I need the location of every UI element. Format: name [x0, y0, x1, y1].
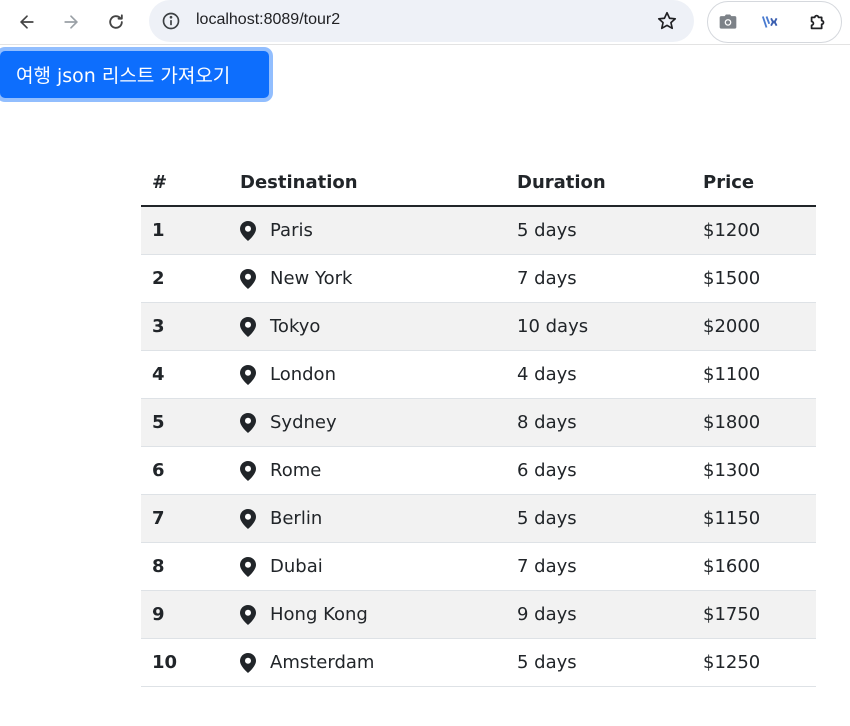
- destination-cell: Tokyo: [229, 302, 506, 351]
- table-body: 1 Paris 5 days $1200 2 New York 7 days $1500 3 To…: [141, 206, 816, 687]
- table-row: 2 New York 7 days $1500: [141, 254, 816, 303]
- price-cell: $1300: [692, 446, 816, 495]
- row-number: 7: [141, 494, 229, 543]
- destination-cell: Sydney: [229, 398, 506, 447]
- destination-cell: Rome: [229, 446, 506, 495]
- browser-toolbar: localhost:8089/tour2: [0, 0, 850, 45]
- price-cell: $2000: [692, 302, 816, 351]
- header-destination: Destination: [229, 159, 506, 207]
- map-pin-icon: [240, 316, 256, 337]
- row-number: 9: [141, 590, 229, 639]
- duration-cell: 10 days: [506, 302, 692, 351]
- map-pin-icon: [240, 508, 256, 529]
- bookmark-star-icon[interactable]: [656, 10, 678, 32]
- map-pin-icon: [240, 412, 256, 433]
- row-number: 3: [141, 302, 229, 351]
- duration-cell: 5 days: [506, 206, 692, 255]
- vue-devtools-icon[interactable]: [761, 11, 783, 33]
- extensions-puzzle-icon[interactable]: [807, 11, 829, 33]
- price-cell: $1800: [692, 398, 816, 447]
- site-info-icon[interactable]: [161, 11, 181, 31]
- destination-name: London: [270, 364, 336, 385]
- url-text[interactable]: localhost:8089/tour2: [196, 11, 340, 29]
- reload-button[interactable]: [101, 7, 131, 37]
- arrow-left-icon: [20, 15, 34, 29]
- destination-cell: London: [229, 350, 506, 399]
- reload-icon: [109, 14, 123, 29]
- map-pin-icon: [240, 268, 256, 289]
- header-price: Price: [692, 159, 816, 207]
- row-number: 5: [141, 398, 229, 447]
- map-pin-icon: [240, 652, 256, 673]
- table-row: 8 Dubai 7 days $1600: [141, 542, 816, 591]
- table-row: 5 Sydney 8 days $1800: [141, 398, 816, 447]
- address-bar[interactable]: localhost:8089/tour2: [149, 0, 694, 42]
- row-number: 4: [141, 350, 229, 399]
- header-duration: Duration: [506, 159, 692, 207]
- duration-cell: 9 days: [506, 590, 692, 639]
- table-row: 3 Tokyo 10 days $2000: [141, 302, 816, 351]
- table-row: 9 Hong Kong 9 days $1750: [141, 590, 816, 639]
- destination-name: New York: [270, 268, 353, 289]
- price-cell: $1750: [692, 590, 816, 639]
- destination-name: Hong Kong: [270, 604, 368, 625]
- destination-cell: Paris: [229, 206, 506, 255]
- destination-name: Tokyo: [270, 316, 321, 337]
- table-row: 7 Berlin 5 days $1150: [141, 494, 816, 543]
- destination-name: Dubai: [270, 556, 323, 577]
- destination-cell: Berlin: [229, 494, 506, 543]
- destination-name: Rome: [270, 460, 322, 481]
- camera-icon[interactable]: [717, 11, 739, 33]
- table-row: 1 Paris 5 days $1200: [141, 206, 816, 255]
- extensions-area: [707, 1, 842, 43]
- duration-cell: 7 days: [506, 254, 692, 303]
- duration-cell: 4 days: [506, 350, 692, 399]
- map-pin-icon: [240, 220, 256, 241]
- destination-name: Sydney: [270, 412, 337, 433]
- destination-cell: Hong Kong: [229, 590, 506, 639]
- price-cell: $1600: [692, 542, 816, 591]
- arrow-right-icon: [64, 15, 78, 29]
- row-number: 8: [141, 542, 229, 591]
- duration-cell: 7 days: [506, 542, 692, 591]
- back-button[interactable]: [12, 7, 42, 37]
- row-number: 6: [141, 446, 229, 495]
- map-pin-icon: [240, 364, 256, 385]
- duration-cell: 5 days: [506, 638, 692, 687]
- price-cell: $1250: [692, 638, 816, 687]
- destination-name: Berlin: [270, 508, 323, 529]
- destination-cell: Dubai: [229, 542, 506, 591]
- table-row: 4 London 4 days $1100: [141, 350, 816, 399]
- map-pin-icon: [240, 460, 256, 481]
- destination-cell: Amsterdam: [229, 638, 506, 687]
- price-cell: $1100: [692, 350, 816, 399]
- duration-cell: 6 days: [506, 446, 692, 495]
- price-cell: $1150: [692, 494, 816, 543]
- row-number: 2: [141, 254, 229, 303]
- table-row: 10 Amsterdam 5 days $1250: [141, 638, 816, 687]
- row-number: 10: [141, 638, 229, 687]
- price-cell: $1500: [692, 254, 816, 303]
- tour-table: # Destination Duration Price 1 Paris 5 day…: [141, 159, 816, 687]
- map-pin-icon: [240, 556, 256, 577]
- table-header-row: # Destination Duration Price: [141, 159, 816, 207]
- fetch-tour-list-button[interactable]: 여행 json 리스트 가져오기: [0, 51, 269, 98]
- row-number: 1: [141, 206, 229, 255]
- table-row: 6 Rome 6 days $1300: [141, 446, 816, 495]
- destination-name: Amsterdam: [270, 652, 375, 673]
- destination-cell: New York: [229, 254, 506, 303]
- duration-cell: 5 days: [506, 494, 692, 543]
- destination-name: Paris: [270, 220, 313, 241]
- forward-button[interactable]: [56, 7, 86, 37]
- map-pin-icon: [240, 604, 256, 625]
- duration-cell: 8 days: [506, 398, 692, 447]
- price-cell: $1200: [692, 206, 816, 255]
- header-num: #: [141, 159, 229, 207]
